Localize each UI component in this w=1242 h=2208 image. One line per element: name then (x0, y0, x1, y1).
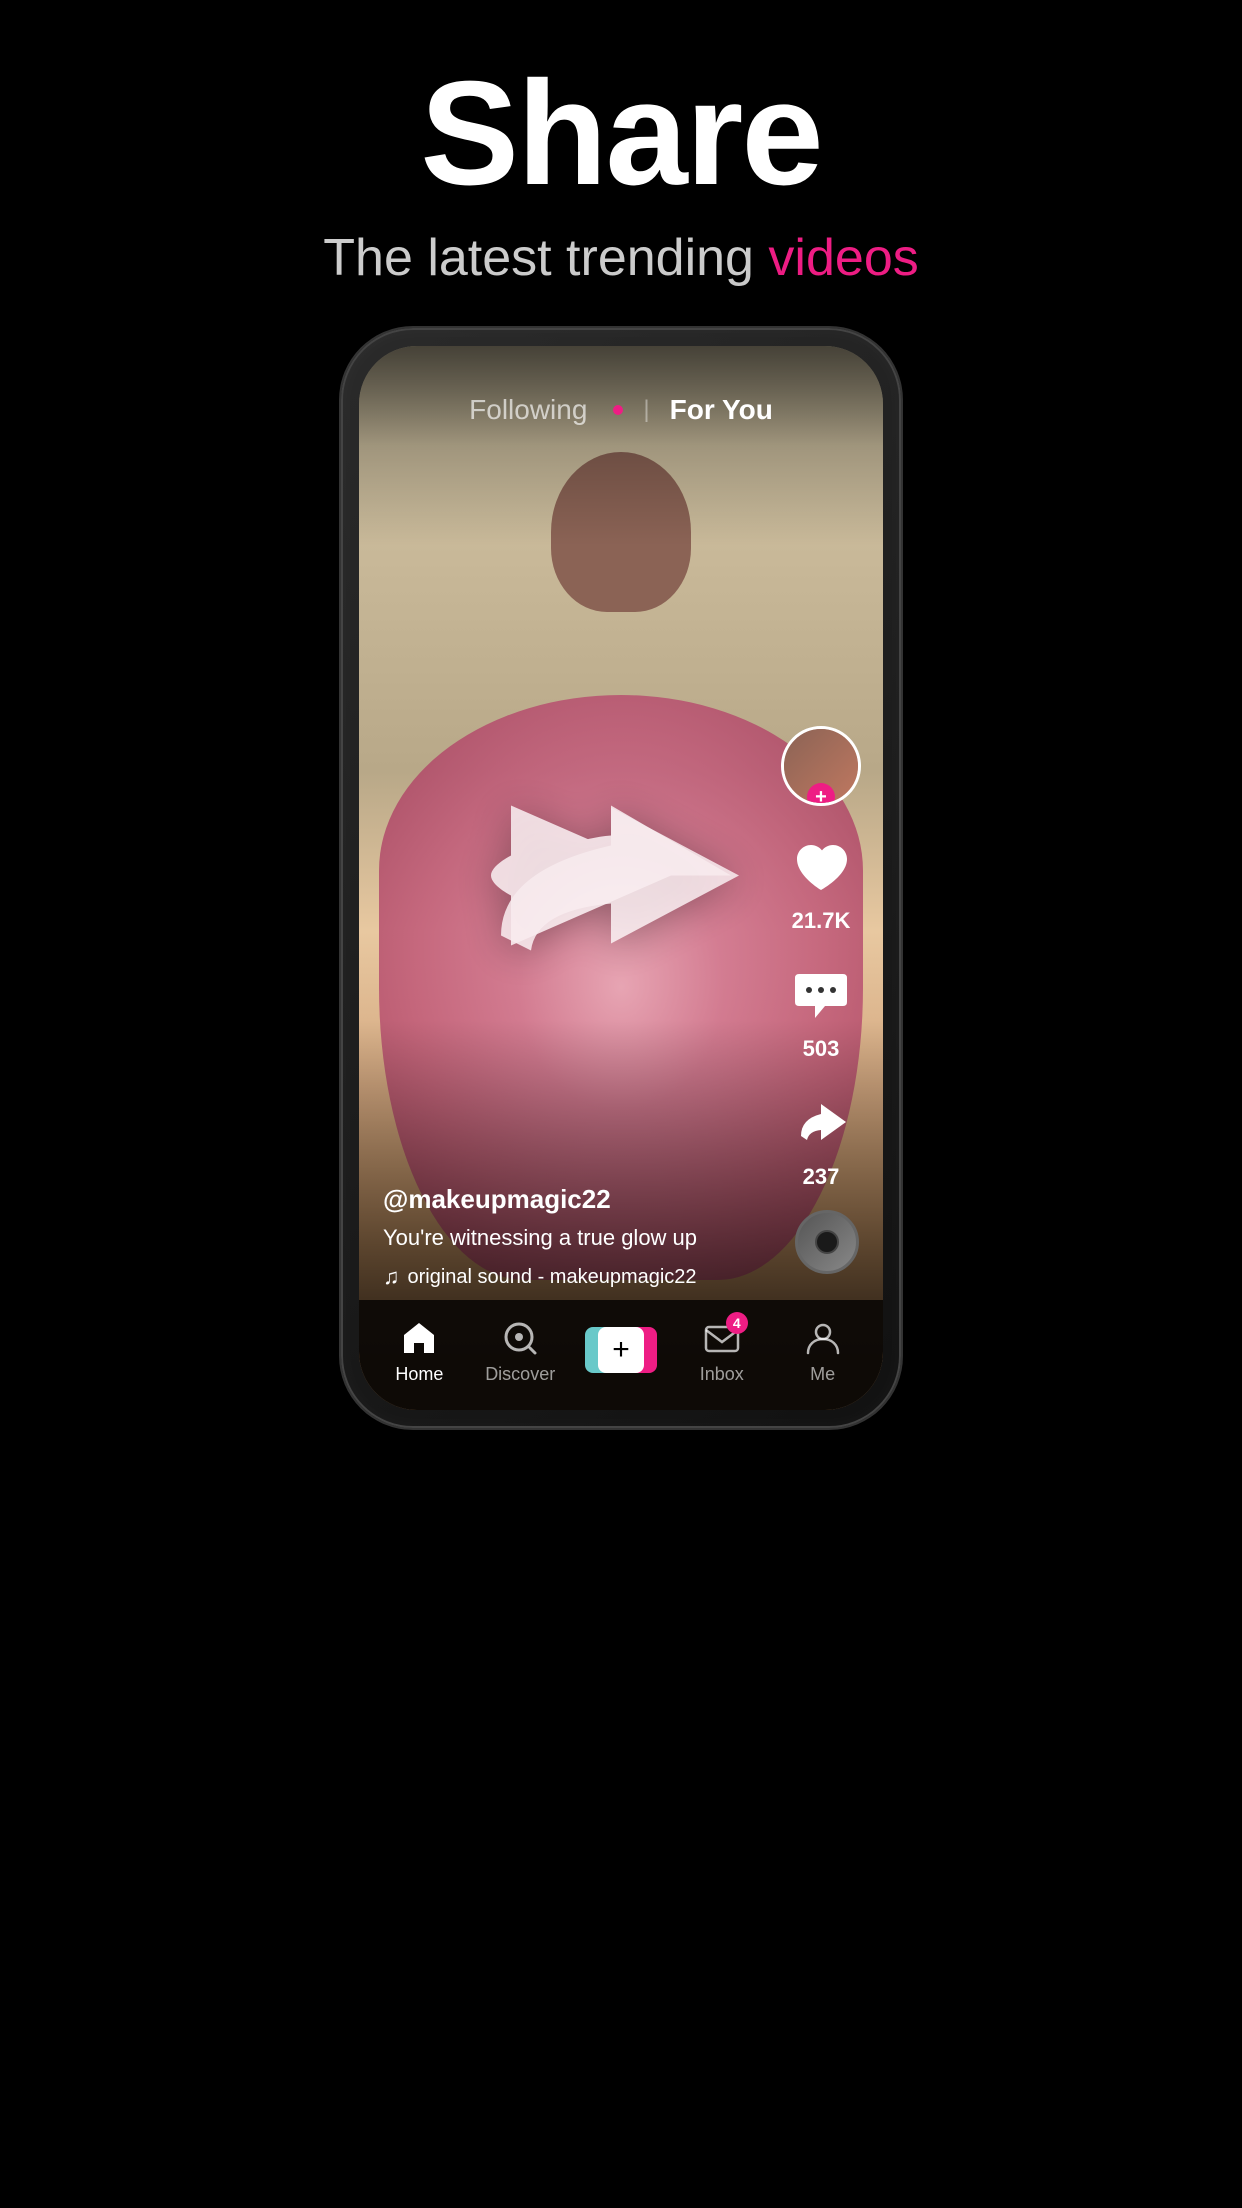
nav-tabs: Following | For You (469, 394, 773, 426)
bottom-nav-inbox[interactable]: 4 Inbox (671, 1316, 772, 1385)
phone-outer: Following | For You + (341, 328, 901, 1428)
music-disc (795, 1210, 859, 1274)
nav-divider: | (643, 396, 649, 424)
hero-section: Share The latest trending videos (0, 0, 1242, 328)
home-icon[interactable] (397, 1316, 441, 1360)
bottom-nav-create[interactable]: + (571, 1327, 672, 1373)
creator-avatar[interactable]: + (781, 726, 861, 806)
like-count: 21.7K (792, 908, 851, 934)
bottom-nav-me[interactable]: Me (772, 1316, 873, 1385)
home-label: Home (395, 1364, 443, 1385)
me-label: Me (810, 1364, 835, 1385)
share-arrow-overlay (471, 746, 771, 1011)
bottom-nav-discover[interactable]: Discover (470, 1316, 571, 1385)
inbox-badge-count: 4 (726, 1312, 748, 1334)
like-action[interactable]: 21.7K (787, 834, 855, 934)
plus-icon[interactable]: + (598, 1327, 644, 1373)
follow-plus-icon[interactable]: + (807, 783, 835, 806)
sound-info[interactable]: ♫ original sound - makeupmagic22 (383, 1264, 783, 1290)
subtitle-highlight: videos (768, 229, 918, 287)
inbox-label: Inbox (700, 1364, 744, 1385)
inbox-icon[interactable]: 4 (700, 1316, 744, 1360)
phone-mockup: Following | For You + (341, 328, 901, 1428)
sound-name: original sound - makeupmagic22 (408, 1266, 697, 1289)
music-note-icon: ♫ (383, 1264, 400, 1290)
video-info: @makeupmagic22 You're witnessing a true … (383, 1184, 783, 1290)
subtitle-text-start: The latest trending (323, 229, 768, 287)
hero-subtitle: The latest trending videos (0, 228, 1242, 288)
discover-label: Discover (485, 1364, 555, 1385)
share-count: 237 (803, 1164, 840, 1190)
profile-icon[interactable] (801, 1316, 845, 1360)
like-icon[interactable] (787, 834, 855, 902)
following-tab[interactable]: Following (469, 394, 587, 426)
comment-count: 503 (803, 1036, 840, 1062)
comment-action[interactable]: 503 (787, 962, 855, 1062)
creator-username[interactable]: @makeupmagic22 (383, 1184, 783, 1215)
video-caption: You're witnessing a true glow up (383, 1223, 783, 1254)
for-you-tab[interactable]: For You (670, 394, 773, 426)
phone-screen: Following | For You + (359, 346, 883, 1410)
creator-avatar-item[interactable]: + (781, 726, 861, 806)
side-actions: + 21.7K (781, 726, 861, 1190)
hero-title: Share (0, 60, 1242, 208)
create-button[interactable]: + (585, 1327, 657, 1373)
bottom-nav-home[interactable]: Home (369, 1316, 470, 1385)
bottom-nav: Home Discover + (359, 1300, 883, 1410)
share-action[interactable]: 237 (787, 1090, 855, 1190)
following-dot (613, 405, 623, 415)
comment-icon[interactable] (787, 962, 855, 1030)
discover-icon[interactable] (498, 1316, 542, 1360)
video-top-nav: Following | For You (359, 346, 883, 446)
share-icon[interactable] (787, 1090, 855, 1158)
